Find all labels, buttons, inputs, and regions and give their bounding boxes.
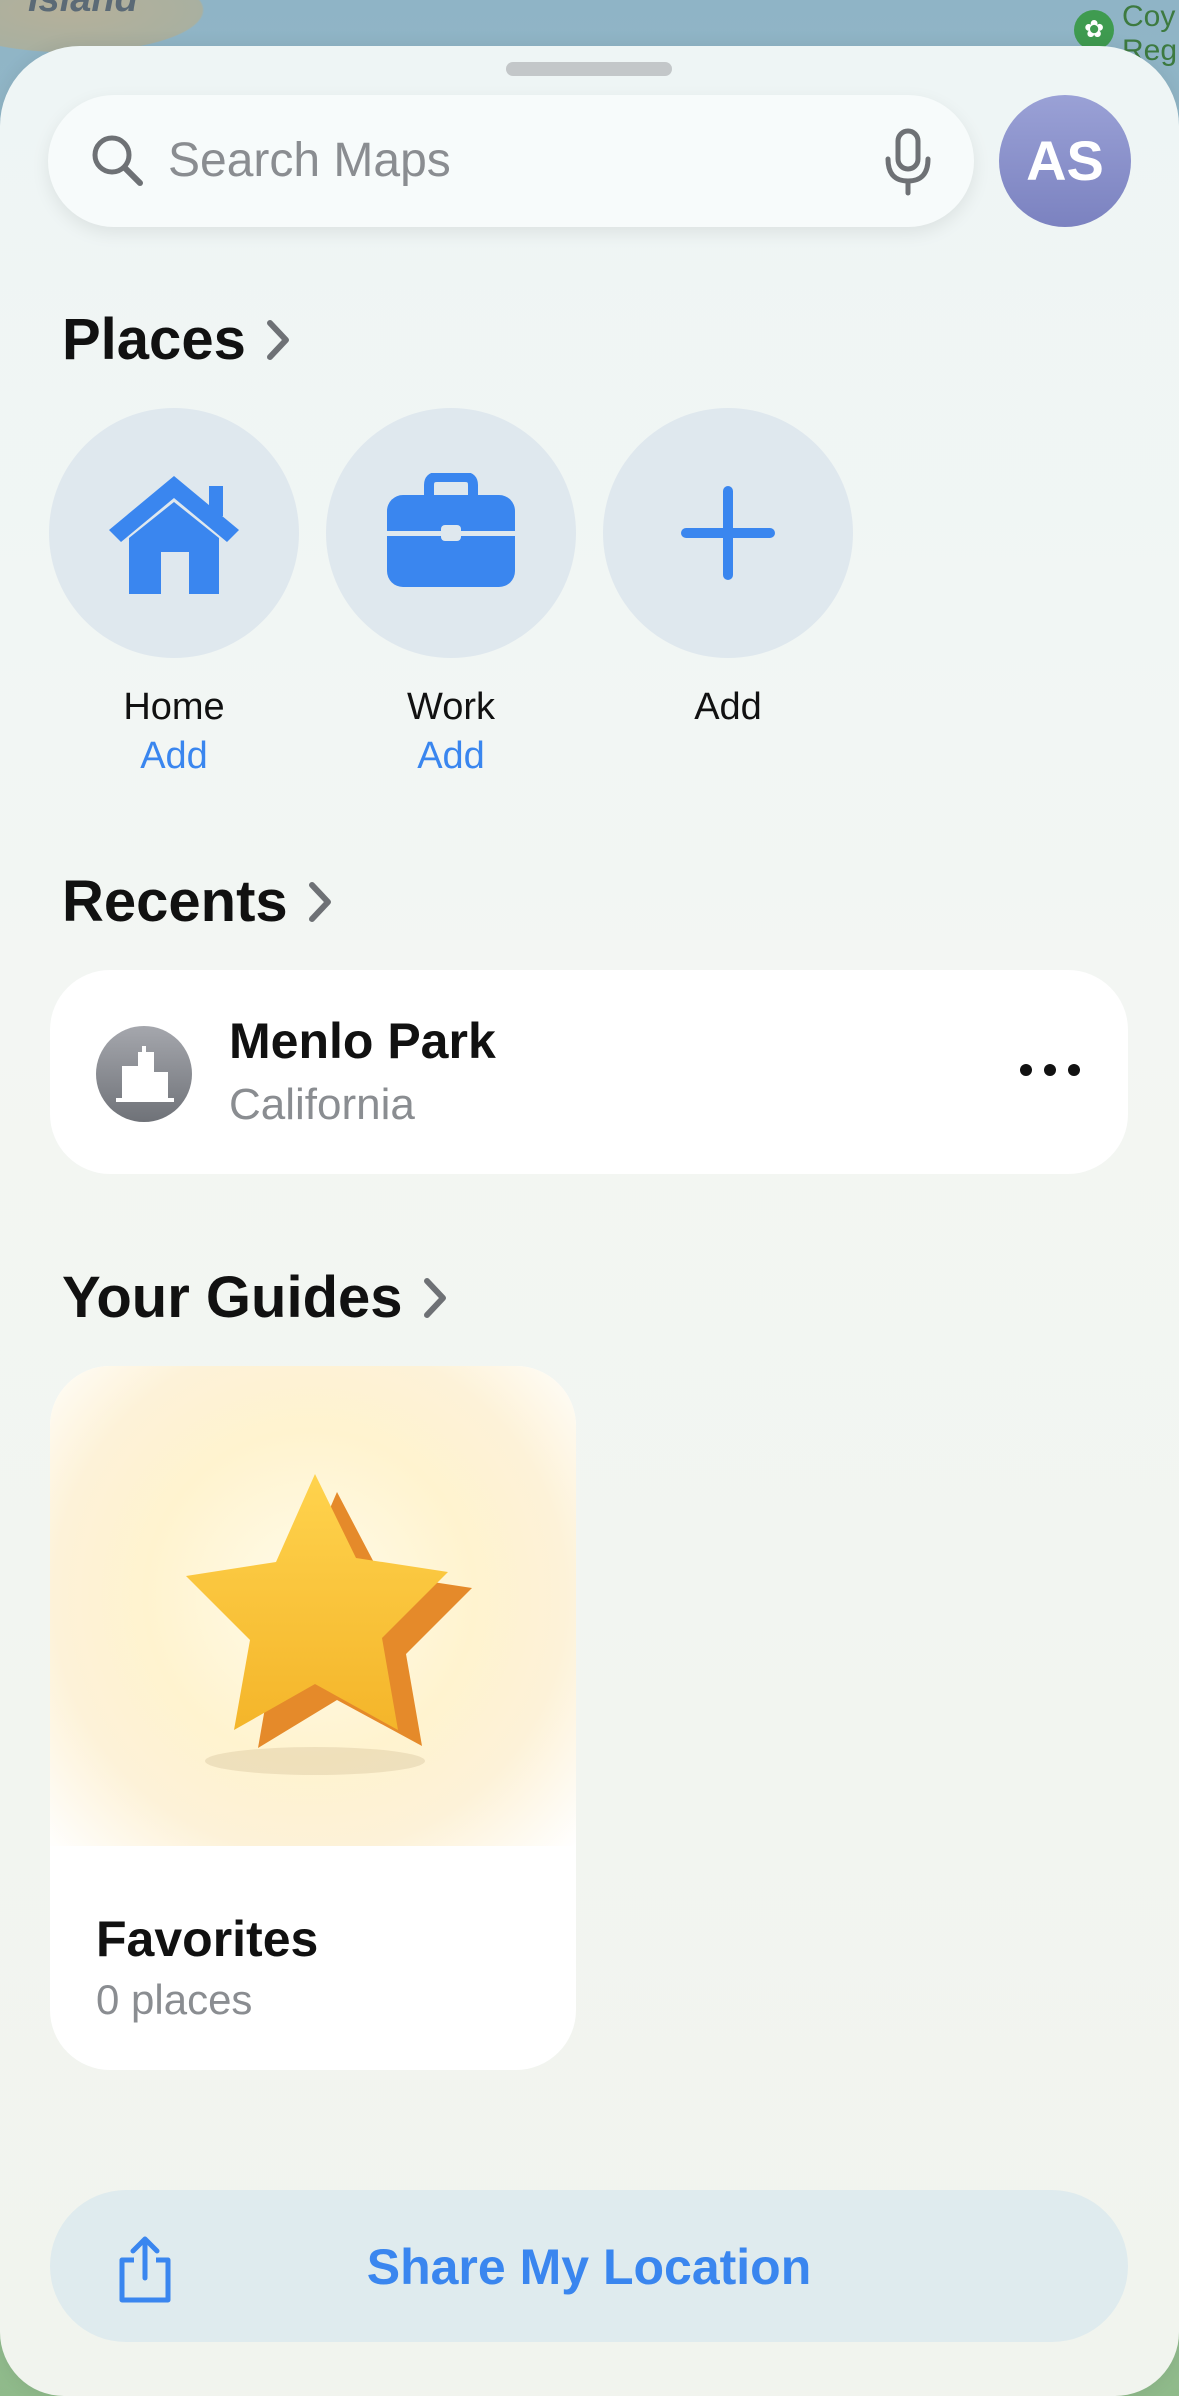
place-home-add[interactable]: Add	[49, 735, 299, 778]
recents-title: Recents	[62, 869, 288, 934]
guide-subtitle: 0 places	[96, 1976, 253, 2023]
place-work-circle[interactable]	[326, 408, 576, 658]
chevron-right-icon	[308, 881, 331, 922]
house-icon	[109, 476, 239, 594]
search-input[interactable]: Search Maps	[168, 133, 451, 188]
chevron-right-icon	[266, 319, 289, 360]
tree-icon[interactable]: ✿	[1074, 10, 1114, 50]
share-location-label: Share My Location	[366, 2239, 812, 2295]
place-work-add[interactable]: Add	[326, 735, 576, 778]
place-home[interactable]: Home Add	[49, 408, 299, 778]
search-bar[interactable]: Search Maps	[48, 95, 974, 227]
city-icon	[96, 1026, 192, 1122]
place-add-label: Add	[694, 686, 762, 728]
places-header[interactable]: Places	[62, 306, 292, 373]
recent-title: Menlo Park	[229, 1013, 496, 1069]
recents-header[interactable]: Recents	[62, 868, 334, 935]
place-add[interactable]: Add	[603, 408, 853, 729]
recent-subtitle: California	[229, 1080, 415, 1129]
guide-card-favorites[interactable]: Favorites 0 places	[50, 1366, 576, 2070]
chevron-right-icon	[423, 1277, 446, 1318]
more-icon[interactable]	[1010, 1050, 1090, 1090]
guides-title: Your Guides	[62, 1265, 403, 1330]
map-label-island: Island	[28, 0, 138, 21]
place-work-label: Work	[407, 686, 495, 728]
plus-icon	[681, 486, 775, 580]
place-add-circle[interactable]	[603, 408, 853, 658]
place-home-circle[interactable]	[49, 408, 299, 658]
star-icon	[186, 1474, 472, 1775]
place-work[interactable]: Work Add	[326, 408, 576, 778]
guide-title: Favorites	[96, 1911, 319, 1967]
guide-art	[50, 1366, 576, 1846]
search-sheet: Search Maps AS Places Home Add Work Add …	[0, 46, 1179, 2396]
recent-item[interactable]: Menlo Park California	[50, 970, 1128, 1174]
search-icon	[92, 135, 143, 186]
sheet-grabber[interactable]	[506, 62, 672, 76]
place-home-label: Home	[123, 686, 225, 728]
places-title: Places	[62, 307, 246, 372]
briefcase-icon	[387, 473, 515, 587]
share-location-button[interactable]: Share My Location	[50, 2190, 1128, 2342]
microphone-icon[interactable]	[878, 127, 938, 197]
avatar[interactable]: AS	[999, 95, 1131, 227]
guides-header[interactable]: Your Guides	[62, 1264, 449, 1331]
